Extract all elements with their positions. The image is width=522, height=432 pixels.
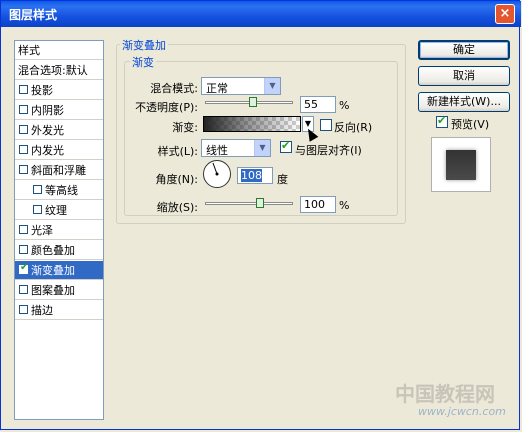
scale-percent: % [339,199,350,212]
style-list-item-label: 图案叠加 [31,284,75,297]
style-list-item-label: 斜面和浮雕 [31,164,86,177]
style-list-item-label: 光泽 [31,224,53,237]
blend-mode-label: 混合模式: [150,82,198,95]
gradient-style-select[interactable]: 线性 ▼ [201,139,271,157]
ok-button[interactable]: 确定 [418,40,510,60]
gradient-swatch[interactable] [203,116,301,132]
style-list-item-label: 渐变叠加 [31,264,75,277]
style-list-item[interactable]: 内发光 [15,141,103,160]
close-button[interactable]: × [495,4,515,24]
style-list-item[interactable]: 样式 [15,41,103,60]
style-list-item[interactable]: 光泽 [15,221,103,240]
style-checkbox[interactable] [19,145,28,154]
preview-label: 预览(V) [451,118,490,131]
style-list-item[interactable]: ✔ 渐变叠加 [15,261,103,280]
opacity-slider-thumb[interactable] [249,97,258,107]
reverse-checkbox[interactable] [320,119,332,131]
style-list-item[interactable]: 内阴影 [15,101,103,120]
preview-checkbox[interactable]: ✔ [436,114,448,128]
reverse-label: 反向(R) [334,121,373,134]
align-with-layer-label: 与图层对齐(I) [295,144,362,157]
check-icon: ✔ [281,139,291,152]
blend-mode-select[interactable]: 正常 ▼ [201,77,281,95]
style-list-item-label: 描边 [31,304,53,317]
chevron-down-icon: ▼ [254,140,270,156]
style-checkbox[interactable] [19,105,28,114]
style-checkbox[interactable] [19,245,28,254]
style-checkbox[interactable] [19,125,28,134]
style-list-item-label: 内阴影 [31,104,64,117]
style-list-item-label: 内发光 [31,144,64,157]
window-title: 图层样式 [9,8,58,22]
style-list-item-label: 颜色叠加 [31,244,75,257]
check-icon: ✔ [437,114,447,127]
scale-slider-thumb[interactable] [255,198,264,208]
style-list-item[interactable]: 图案叠加 [15,281,103,300]
watermark-logo: 中国教程网 [395,382,495,406]
new-style-button[interactable]: 新建样式(W)... [418,92,510,112]
style-checkbox[interactable] [19,165,28,174]
gradient-label: 渐变: [172,121,198,134]
title-bar: 图层样式 × [1,1,521,27]
gradient-style-value: 线性 [206,144,228,157]
angle-label: 角度(N): [155,173,198,186]
check-icon: ✔ [20,262,29,273]
group-title: 渐变叠加 [120,37,168,53]
style-list: 样式 混合选项:默认 投影 内阴影 外发光 内发光 斜面和浮雕 等高线 纹理 光泽 颜色叠加 ✔ 渐变叠… [14,40,104,420]
style-list-item-label: 样式 [18,44,40,57]
cancel-button[interactable]: 取消 [418,66,510,86]
style-list-item-label: 等高线 [45,184,78,197]
style-list-item-label: 外发光 [31,124,64,137]
style-label: 样式(L): [157,145,198,158]
scale-input[interactable]: 100 [300,196,336,213]
style-checkbox[interactable] [33,185,42,194]
style-checkbox[interactable]: ✔ [19,262,29,274]
style-list-item-label: 纹理 [45,204,67,217]
style-checkbox[interactable] [19,285,28,294]
opacity-label: 不透明度(P): [135,101,198,114]
angle-value: 108 [241,169,262,182]
style-list-item-label: 混合选项:默认 [18,64,88,77]
style-checkbox[interactable] [19,305,28,314]
chevron-down-icon: ▼ [264,78,280,94]
style-list-item[interactable]: 颜色叠加 [15,241,103,260]
preview-swatch [446,150,476,180]
style-checkbox[interactable] [19,225,28,234]
style-checkbox[interactable] [19,85,28,94]
align-with-layer-checkbox[interactable]: ✔ [280,139,292,153]
angle-needle [212,162,219,176]
opacity-input[interactable]: 55 [300,96,336,113]
angle-dial[interactable] [203,160,231,188]
style-list-item[interactable]: 外发光 [15,121,103,140]
subgroup-title: 渐变 [130,54,156,70]
angle-input[interactable]: 108 [237,167,273,184]
angle-degree-unit: 度 [277,173,288,186]
blend-mode-value: 正常 [206,82,228,95]
scale-label: 缩放(S): [156,201,198,214]
style-list-item[interactable]: 纹理 [15,201,103,220]
style-preview [431,137,491,192]
opacity-value: 55 [304,98,318,111]
scale-slider-track[interactable] [205,202,293,205]
style-list-item[interactable]: 等高线 [15,181,103,200]
style-checkbox[interactable] [33,205,42,214]
style-list-item[interactable]: 斜面和浮雕 [15,161,103,180]
watermark-url: www.jcwcn.com [418,405,506,418]
opacity-percent: % [339,99,350,112]
style-list-item[interactable]: 投影 [15,81,103,100]
style-list-item-label: 投影 [31,84,53,97]
style-list-item[interactable]: 混合选项:默认 [15,61,103,80]
scale-value: 100 [304,198,325,211]
style-list-item[interactable]: 描边 [15,301,103,320]
